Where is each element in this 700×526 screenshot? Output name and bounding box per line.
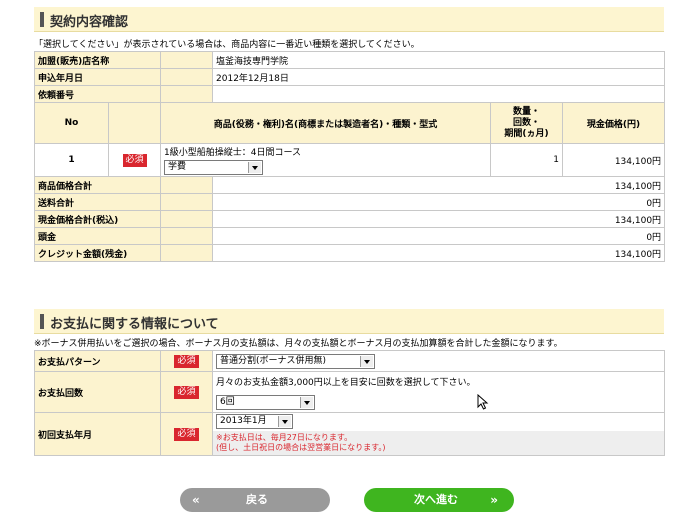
total-label: 送料合計 — [33, 193, 162, 211]
payment-day-note: ※お支払日は、毎月27日になります。 — [216, 432, 353, 442]
payment-count-hint: 月々のお支払金額3,000円以上を目安に回数を選択して下さい。 — [216, 377, 476, 388]
next-button[interactable]: 次へ進む » — [364, 488, 514, 512]
contract-table: 加盟(販売)店名称 塩釜海技専門学院 申込年月日 2012年12月18日 依頼番… — [33, 51, 666, 262]
section-bar — [40, 314, 44, 329]
item-type-value: 学費 — [168, 161, 187, 172]
payment-note: ※ボーナス併用払いをご選択の場合、ボーナス月の支払額は、月々の支払額とボーナス月… — [34, 339, 563, 349]
payment-section-title: お支払に関する情報について — [50, 317, 219, 332]
request-number-label: 依頼番号 — [33, 85, 162, 103]
item-no: 1 — [34, 143, 109, 177]
total-value: 0円 — [212, 227, 666, 245]
back-button-label: 戻る — [246, 493, 268, 506]
total-label: 現金価格合計(税込) — [33, 210, 162, 228]
header-no: No — [34, 102, 109, 144]
product-item-row: 1 必須 1級小型船舶操縦士：4日間コース 学費 1 134,100円 — [34, 143, 666, 177]
item-type-select[interactable]: 学費 — [164, 159, 264, 175]
payment-pattern-label: お支払パターン — [34, 350, 161, 372]
payment-pattern-row: お支払パターン 必須 普通分割(ボーナス併用無) — [34, 350, 665, 372]
total-label: 頭金 — [33, 227, 162, 245]
contract-note: 「選択してください」が表示されている場合は、商品内容に一番近い種類を選択してくだ… — [34, 40, 420, 50]
required-badge: 必須 — [174, 427, 199, 441]
payment-section-header: お支払に関する情報について — [34, 309, 664, 334]
item-name: 1級小型船舶操縦士：4日間コース — [164, 147, 302, 158]
product-header-row: No 商品(役務・権利)名(商標または製造者名)・種類・型式 数量・ 回数・ 期… — [34, 102, 666, 144]
chevron-down-icon — [300, 396, 313, 408]
back-button[interactable]: « 戻る — [180, 488, 330, 512]
total-value: 134,100円 — [212, 244, 666, 262]
contract-section-title: 契約内容確認 — [50, 15, 129, 30]
application-date-row: 申込年月日 2012年12月18日 — [33, 68, 666, 86]
contract-section-header: 契約内容確認 — [34, 7, 664, 32]
request-number-row: 依頼番号 — [33, 85, 666, 103]
first-payment-select[interactable]: 2013年1月 — [216, 413, 293, 429]
double-chevron-left-icon: « — [192, 493, 200, 507]
required-badge: 必須 — [122, 153, 147, 167]
holiday-note: (但し、土日祝日の場合は翌営業日になります。) — [216, 442, 386, 452]
total-row: 現金価格合計(税込) 134,100円 — [33, 210, 666, 228]
mouse-cursor-icon — [477, 394, 489, 410]
request-number-value — [212, 85, 666, 103]
first-payment-label: 初回支払年月 — [34, 412, 161, 456]
section-bar — [40, 12, 44, 27]
application-date-label: 申込年月日 — [33, 68, 162, 86]
first-payment-row: 初回支払年月 必須 2013年1月 ※お支払日は、毎月27日になります。 (但し… — [34, 412, 665, 456]
total-value: 134,100円 — [212, 210, 666, 228]
item-quantity: 1 — [490, 143, 564, 177]
shop-name-label: 加盟(販売)店名称 — [33, 51, 162, 69]
double-chevron-right-icon: » — [490, 493, 498, 507]
shop-name-value: 塩釜海技専門学院 — [212, 51, 666, 69]
total-value: 0円 — [212, 193, 666, 211]
header-quantity: 数量・ 回数・ 期間(ヵ月) — [490, 102, 564, 144]
header-price: 現金価格(円) — [562, 102, 666, 144]
payment-count-label: お支払回数 — [34, 371, 161, 413]
total-row: 商品価格合計 134,100円 — [33, 176, 666, 194]
next-button-label: 次へ進む — [414, 493, 458, 506]
payment-count-select[interactable]: 6回 — [216, 394, 315, 410]
chevron-down-icon — [278, 415, 291, 427]
chevron-down-icon — [248, 161, 262, 173]
payment-pattern-select[interactable]: 普通分割(ボーナス併用無) — [216, 353, 375, 369]
item-price: 134,100円 — [562, 143, 666, 177]
total-label: クレジット金額(残金) — [33, 244, 162, 262]
chevron-down-icon — [360, 355, 373, 367]
header-product: 商品(役務・権利)名(商標または製造者名)・種類・型式 — [160, 102, 492, 144]
required-badge: 必須 — [174, 385, 199, 399]
payment-table: お支払パターン 必須 普通分割(ボーナス併用無) お支払回数 必須 月々のお支払… — [34, 350, 665, 456]
total-row: クレジット金額(残金) 134,100円 — [33, 244, 666, 262]
shop-name-row: 加盟(販売)店名称 塩釜海技専門学院 — [33, 51, 666, 69]
total-label: 商品価格合計 — [33, 176, 162, 194]
application-date-value: 2012年12月18日 — [212, 68, 666, 86]
total-value: 134,100円 — [212, 176, 666, 194]
total-row: 送料合計 0円 — [33, 193, 666, 211]
required-badge: 必須 — [174, 354, 199, 368]
total-row: 頭金 0円 — [33, 227, 666, 245]
payment-count-row: お支払回数 必須 月々のお支払金額3,000円以上を目安に回数を選択して下さい。… — [34, 371, 665, 413]
